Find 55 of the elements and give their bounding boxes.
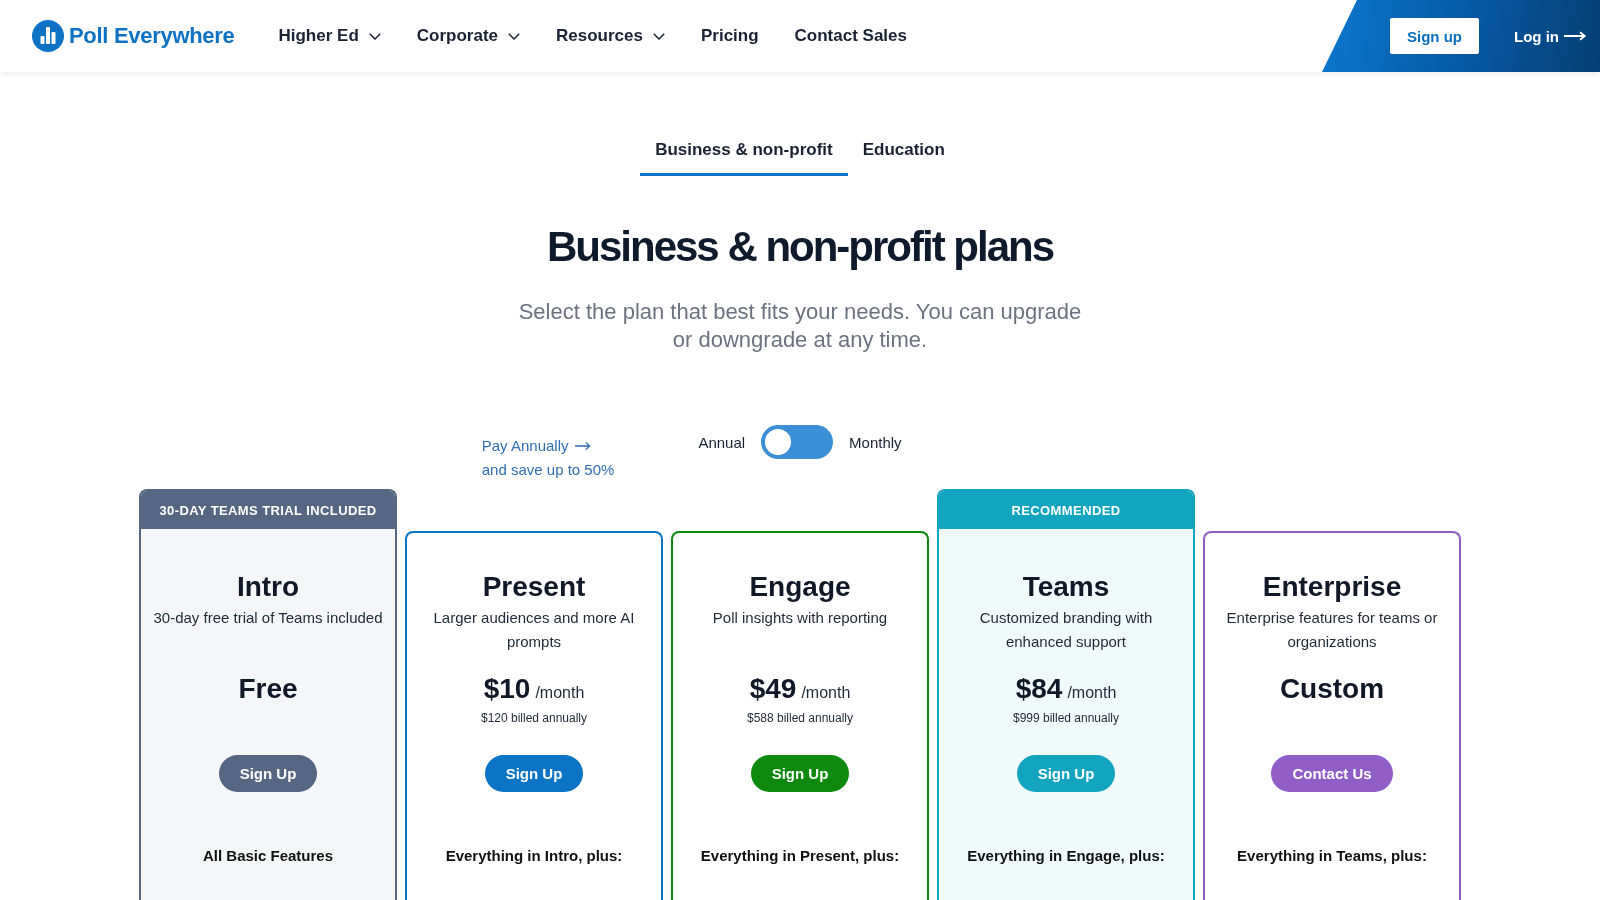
nav-link[interactable]: Contact Sales <box>794 26 907 46</box>
billing-note: $999 billed annually <box>1012 710 1120 726</box>
plan-name: Present <box>482 570 586 604</box>
price-period: /month <box>535 684 585 702</box>
plan-name: Teams <box>1022 570 1110 604</box>
features-heading: Everything in Intro, plus: <box>445 846 623 866</box>
page-title: Business & non-profit plans <box>547 222 1053 272</box>
plan-description: Enterprise features for teams or organizations <box>1225 608 1439 652</box>
toggle-label: Monthly <box>849 433 902 451</box>
plan-description: Customized branding with enhanced support <box>978 608 1154 652</box>
plan-price: Custom <box>1279 672 1385 706</box>
plan-description: Larger audiences and more AI prompts <box>432 608 636 652</box>
pay-annually-link[interactable]: Pay Annually <box>481 434 615 458</box>
chevron-down-icon <box>368 32 381 40</box>
features-heading: All Basic Features <box>202 846 334 866</box>
plan-description: Poll insights with reporting <box>712 608 888 628</box>
promo-note: and save up to 50% <box>481 460 615 480</box>
features-heading: Everything in Engage, plus: <box>967 846 1165 866</box>
plan-badge: 30-DAY TEAMS TRIAL INCLUDED <box>141 491 395 529</box>
logo-link[interactable]: Poll Everywhere <box>32 20 235 52</box>
features-heading: Everything in Present, plus: <box>700 846 900 866</box>
plan-description: 30-day free trial of Teams included <box>153 608 383 628</box>
tab[interactable]: Business & non-profit <box>640 131 848 176</box>
billing-note: $588 billed annually <box>746 710 854 726</box>
plan-name: Intro <box>236 570 300 604</box>
plan-button[interactable]: Sign Up <box>750 755 850 792</box>
features-heading: Everything in Teams, plus: <box>1237 846 1427 866</box>
plan-badge: RECOMMENDED <box>939 491 1193 529</box>
tab[interactable]: Education <box>847 131 960 176</box>
billing-note: $120 billed annually <box>480 710 588 726</box>
chevron-down-icon <box>652 32 665 40</box>
nav-link[interactable]: Corporate <box>416 26 520 46</box>
log-in-link[interactable]: Log in <box>1514 27 1586 45</box>
plan-name: Engage <box>749 570 851 604</box>
arrow-right-icon <box>574 441 591 451</box>
plan-price: $84 <box>1015 672 1063 706</box>
plan-price: $49 <box>749 672 797 706</box>
chevron-down-icon <box>508 32 520 40</box>
plan-button[interactable]: Contact Us <box>1271 755 1393 792</box>
arrow-right-icon <box>1564 31 1586 41</box>
sign-up-button[interactable]: Sign up <box>1390 18 1479 54</box>
price-period: /month <box>1067 684 1117 702</box>
billing-toggle[interactable] <box>761 425 834 459</box>
toggle-label: Annual <box>698 433 746 451</box>
price-period: /month <box>801 684 851 702</box>
plan-name: Enterprise <box>1262 570 1402 604</box>
plan-button[interactable]: Sign Up <box>218 755 318 792</box>
plan-price: $10 <box>483 672 531 706</box>
nav-link[interactable]: Pricing <box>700 26 759 46</box>
nav-link[interactable]: Higher Ed <box>278 26 381 46</box>
logo-icon <box>32 20 64 52</box>
page-subtitle: Select the plan that best fits your needs. You can upgrade or downgrade at any time. <box>517 298 1083 354</box>
plan-price: Free <box>238 672 298 706</box>
nav-link[interactable]: Resources <box>556 26 665 46</box>
plan-button[interactable]: Sign Up <box>484 755 584 792</box>
